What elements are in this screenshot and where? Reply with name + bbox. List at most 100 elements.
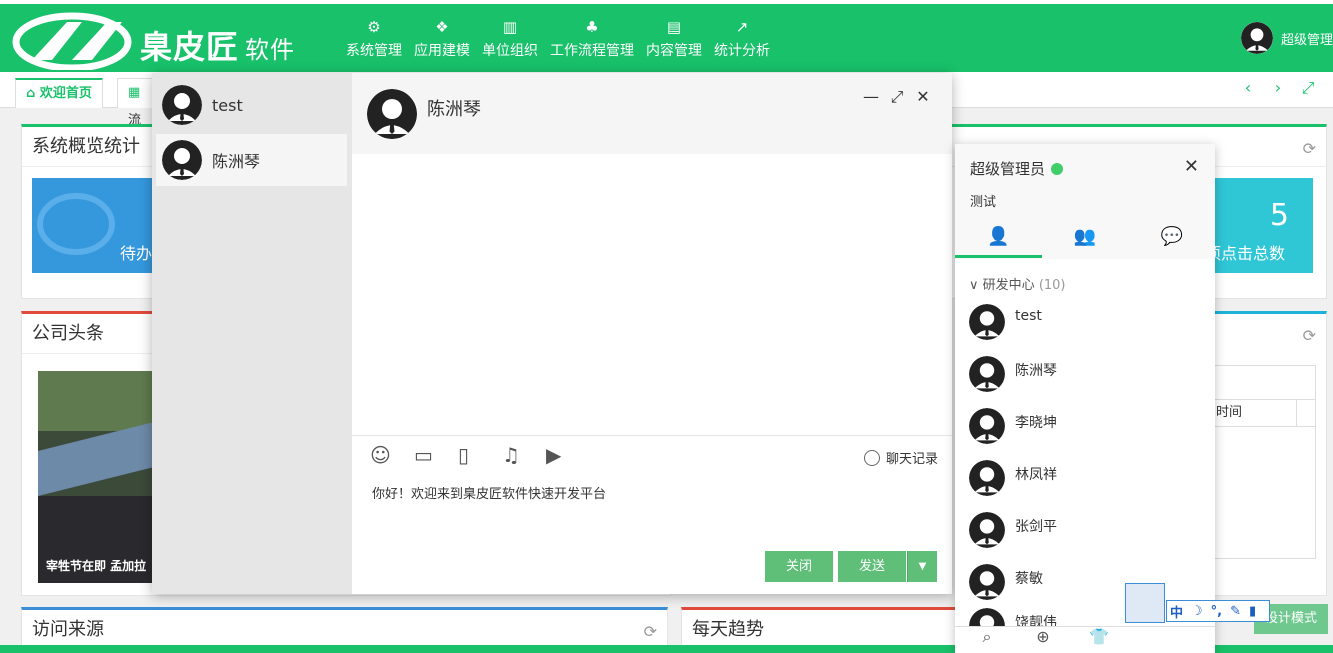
message-area[interactable]	[352, 154, 952, 436]
todo-card[interactable]: 待办	[32, 178, 162, 273]
punctuation-icon[interactable]: °,	[1211, 604, 1222, 619]
nav-system[interactable]: ⚙ 系统管理	[340, 16, 408, 60]
click-total-card[interactable]: 5 项点击总数	[1205, 178, 1313, 273]
nav-workflow[interactable]: ♣ 工作流程管理	[544, 16, 640, 60]
add-icon[interactable]: ⊕	[1019, 627, 1067, 653]
ime-mode[interactable]: 中	[1170, 602, 1183, 621]
avatar	[969, 460, 1005, 496]
nav-label: 内容管理	[646, 43, 702, 59]
avatar	[969, 564, 1005, 600]
nav-org[interactable]: ▥ 单位组织	[476, 16, 544, 60]
emoji-icon[interactable]: ☺	[370, 443, 414, 467]
maximize-icon[interactable]: ⤢	[884, 87, 910, 107]
nav-label: 应用建模	[414, 43, 470, 59]
contact-item[interactable]: 饶靓伟	[969, 608, 1057, 626]
avatar	[162, 140, 202, 180]
chevron-down-icon: ∨	[969, 278, 983, 293]
chat-toolbar: ☺ ▭ ▯ ♫ ▶	[370, 443, 590, 467]
news-caption: 宰牲节在即 孟加拉	[46, 559, 147, 573]
avatar	[969, 608, 1005, 626]
top-header: 臬皮匠 软件 ⚙ 系统管理 ❖ 应用建模 ▥ 单位组织 ♣ 工作流程管理 ▤ 内容管理 ↗ 统…	[0, 0, 1333, 72]
folder-icon[interactable]: ▯	[458, 443, 502, 467]
clipboard-icon[interactable]: ▮	[1249, 604, 1256, 619]
chat-header: 陈洲琴 — ⤢ ✕	[352, 73, 952, 154]
friends-tab-icon[interactable]: 👤	[955, 222, 1042, 258]
tab-home[interactable]: ⌂ 欢迎首页	[15, 78, 103, 108]
wrench-icon[interactable]: ✎	[1230, 604, 1241, 619]
tab-label: 欢迎首页	[39, 86, 92, 101]
nav-content[interactable]: ▤ 内容管理	[640, 16, 708, 60]
my-signature[interactable]: 测试	[970, 191, 996, 210]
headphones-icon[interactable]: ♫	[502, 443, 546, 467]
line-chart-icon: ↗	[735, 18, 749, 36]
contact-name: 饶靓伟	[1015, 615, 1057, 626]
ime-toolbar[interactable]: 中 ☽ °, ✎ ▮	[1166, 600, 1270, 622]
conversation-item-selected[interactable]: 陈洲琴	[156, 134, 347, 186]
contact-item[interactable]: 李晓坤	[969, 408, 1057, 448]
nav-label: 工作流程管理	[550, 43, 634, 59]
cubes-icon: ❖	[435, 18, 449, 36]
news-image[interactable]	[38, 371, 158, 583]
nav-label: 统计分析	[714, 43, 770, 59]
search-icon[interactable]: ⌕	[963, 627, 1011, 653]
tab-second[interactable]: ▦ 流	[117, 78, 157, 128]
refresh-icon[interactable]: ⟳	[1303, 139, 1316, 158]
online-status-icon[interactable]	[1051, 162, 1064, 175]
window-controls: — ⤢ ✕	[858, 87, 936, 107]
ime-avatar-icon[interactable]	[1125, 583, 1165, 623]
send-options-caret-icon[interactable]: ▼	[907, 551, 937, 582]
contact-item[interactable]: 张剑平	[969, 512, 1057, 552]
contacts-footer: ⌕ ⊕ 👕	[955, 626, 1215, 653]
bank-icon: ▥	[502, 18, 518, 36]
chat-history-button[interactable]: 聊天记录	[863, 448, 938, 467]
panel-title: 每天趋势	[682, 610, 960, 650]
user-name: 超级管理	[1280, 32, 1333, 48]
image-icon[interactable]: ▭	[414, 443, 458, 467]
brand-title: 臬皮匠 软件	[140, 22, 295, 68]
my-status: 超级管理员	[970, 158, 1064, 179]
gears-icon: ⚙	[367, 18, 381, 36]
contact-name: 李晓坤	[1015, 415, 1057, 431]
contact-name: 林凤祥	[1015, 467, 1057, 483]
tab-controls: ‹ › ⤢	[1233, 78, 1323, 98]
video-icon[interactable]: ▶	[546, 443, 590, 467]
user-menu[interactable]: 超级管理	[1240, 22, 1333, 54]
newspaper-icon: ▤	[666, 18, 682, 36]
refresh-icon[interactable]: ⟳	[1303, 326, 1316, 345]
group-count: (10)	[1038, 278, 1066, 293]
conversation-list: test 陈洲琴	[152, 73, 352, 594]
contact-item[interactable]: 蔡敏	[969, 564, 1043, 604]
chat-bubble-icon	[37, 193, 115, 255]
click-total-value: 5	[1269, 198, 1289, 233]
refresh-icon[interactable]: ⟳	[644, 622, 657, 641]
contacts-panel: 超级管理员 ✕ 测试 👤 👥 💬 ∨ 研发中心 (10) test 陈洲琴 李晓…	[955, 144, 1215, 653]
minimize-icon[interactable]: —	[858, 87, 884, 107]
groups-tab-icon[interactable]: 👥	[1042, 222, 1129, 258]
fullscreen-icon[interactable]: ⤢	[1293, 78, 1323, 98]
skin-shirt-icon[interactable]: 👕	[1075, 627, 1123, 653]
avatar	[367, 89, 417, 139]
conversation-item[interactable]: test	[156, 79, 347, 131]
news-photo	[38, 371, 158, 583]
close-button[interactable]: 关闭	[765, 551, 833, 582]
chevron-right-icon[interactable]: ›	[1263, 78, 1293, 98]
close-icon[interactable]: ✕	[1184, 156, 1199, 177]
table-header: 时间	[1214, 399, 1315, 427]
messages-tab-icon[interactable]: 💬	[1128, 222, 1215, 258]
click-total-label: 项点击总数	[1205, 244, 1286, 263]
send-button[interactable]: 发送	[838, 551, 906, 582]
contact-item[interactable]: 林凤祥	[969, 460, 1057, 500]
nav-stats[interactable]: ↗ 统计分析	[708, 16, 776, 60]
avatar	[969, 356, 1005, 392]
chevron-left-icon[interactable]: ‹	[1233, 78, 1263, 98]
contact-item[interactable]: test	[969, 304, 1042, 344]
brand-name: 臬皮匠	[140, 28, 240, 66]
moon-icon[interactable]: ☽	[1191, 604, 1203, 619]
my-name: 超级管理员	[970, 160, 1046, 178]
nav-app-modeling[interactable]: ❖ 应用建模	[408, 16, 476, 60]
chat-partner-name: 陈洲琴	[427, 99, 481, 120]
close-icon[interactable]: ✕	[910, 87, 936, 107]
contact-item[interactable]: 陈洲琴	[969, 356, 1057, 396]
message-input[interactable]: 你好！欢迎来到臬皮匠软件快速开发平台	[372, 483, 606, 502]
group-header[interactable]: ∨ 研发中心 (10)	[969, 274, 1066, 293]
